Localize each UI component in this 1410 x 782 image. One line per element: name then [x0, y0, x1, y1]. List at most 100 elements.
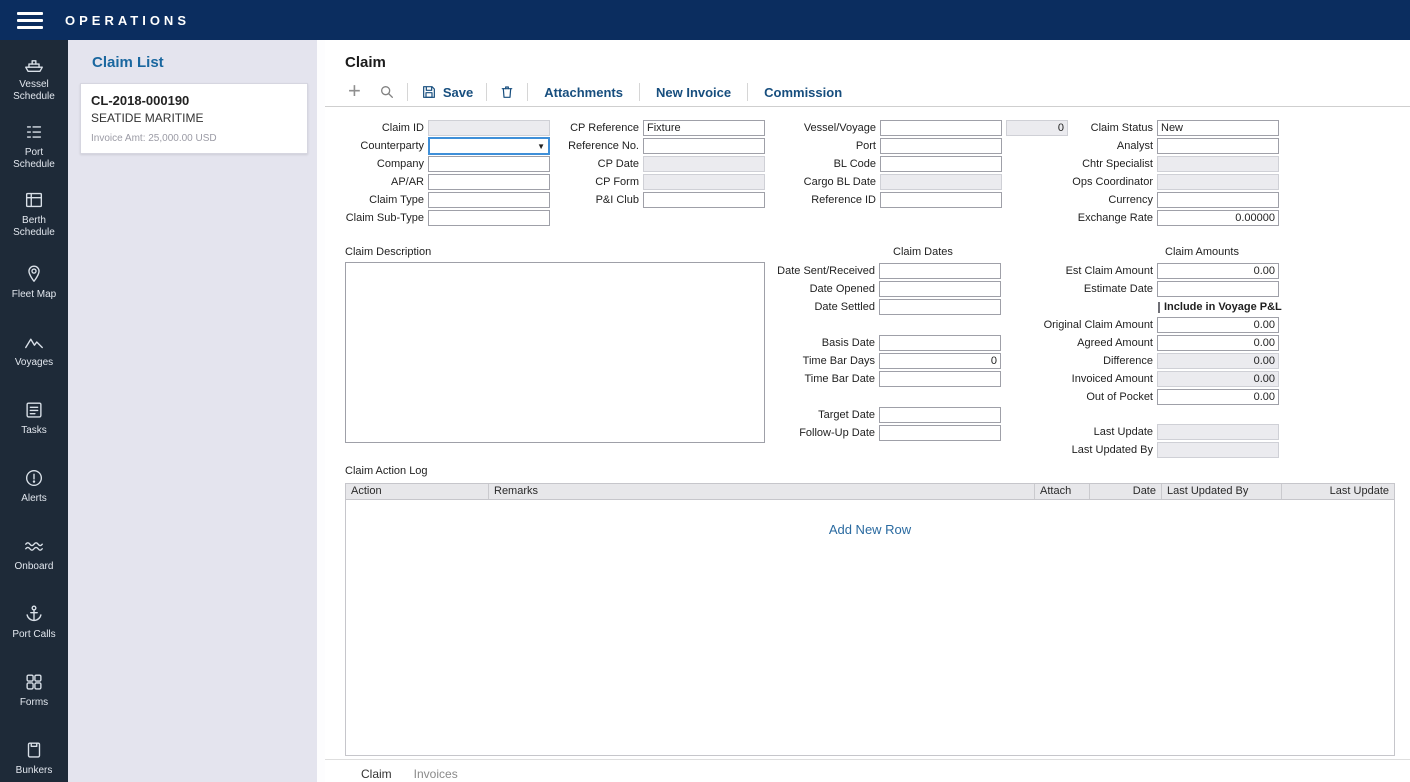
bl-code-input[interactable]: [880, 156, 1002, 172]
toolbar-divider: [407, 83, 408, 101]
cp-form-input: [643, 174, 765, 190]
original-claim-amount-input[interactable]: [1157, 317, 1279, 333]
tab-claim[interactable]: Claim: [352, 763, 401, 782]
bottom-tab-bar: Claim Invoices: [325, 759, 1410, 782]
sidebar-item-tasks[interactable]: Tasks: [0, 384, 68, 452]
cp-reference-input[interactable]: [643, 120, 765, 136]
target-date-input[interactable]: [879, 407, 1001, 423]
column-header-last-update[interactable]: Last Update: [1282, 484, 1394, 499]
claim-status-input[interactable]: [1157, 120, 1279, 136]
calendar-grid-icon: [23, 189, 45, 211]
include-voyage-pnl-checkbox[interactable]: [1158, 302, 1160, 313]
add-button[interactable]: +: [347, 81, 370, 103]
company-label: Company: [345, 158, 428, 170]
date-opened-input[interactable]: [879, 281, 1001, 297]
reference-id-label: Reference ID: [768, 194, 880, 206]
basis-date-input[interactable]: [879, 335, 1001, 351]
chtr-specialist-label: Chtr Specialist: [1072, 158, 1157, 170]
claim-form-middle: Claim Description Claim Dates Date Sent/…: [345, 246, 1410, 459]
reference-no-input[interactable]: [643, 138, 765, 154]
pi-club-input[interactable]: [643, 192, 765, 208]
sidebar-item-voyages[interactable]: Voyages: [0, 316, 68, 384]
tab-invoices[interactable]: Invoices: [405, 763, 467, 782]
sidebar-item-forms[interactable]: Forms: [0, 656, 68, 724]
alert-circle-icon: [23, 467, 45, 489]
sidebar-item-label: Onboard: [15, 561, 54, 573]
column-header-date[interactable]: Date: [1090, 484, 1162, 499]
sidebar-item-port-calls[interactable]: Port Calls: [0, 588, 68, 656]
claim-list-title: Claim List: [92, 54, 317, 71]
exchange-rate-input[interactable]: [1157, 210, 1279, 226]
port-input[interactable]: [880, 138, 1002, 154]
estimate-date-input[interactable]: [1157, 281, 1279, 297]
date-sent-received-input[interactable]: [879, 263, 1001, 279]
vessel-input[interactable]: [880, 120, 1002, 136]
ops-coordinator-input: [1157, 174, 1279, 190]
original-claim-amount-label: Original Claim Amount: [1037, 319, 1157, 331]
column-header-action[interactable]: Action: [346, 484, 489, 499]
grid-icon: [23, 671, 45, 693]
agreed-amount-input[interactable]: [1157, 335, 1279, 351]
search-button[interactable]: [370, 84, 404, 100]
sidebar-item-alerts[interactable]: Alerts: [0, 452, 68, 520]
time-bar-date-input[interactable]: [879, 371, 1001, 387]
claim-type-input[interactable]: [428, 192, 550, 208]
claim-description-textarea[interactable]: [345, 262, 765, 443]
sidebar-item-port-schedule[interactable]: Port Schedule: [0, 112, 68, 180]
est-claim-amount-input[interactable]: [1157, 263, 1279, 279]
invoiced-amount-input: [1157, 371, 1279, 387]
sidebar-item-vessel-schedule[interactable]: Vessel Schedule: [0, 44, 68, 112]
out-of-pocket-input[interactable]: [1157, 389, 1279, 405]
sidebar-item-fleet-map[interactable]: Fleet Map: [0, 248, 68, 316]
column-header-last-updated-by[interactable]: Last Updated By: [1162, 484, 1282, 499]
delete-button[interactable]: [490, 84, 524, 100]
claim-sub-type-input[interactable]: [428, 210, 550, 226]
currency-input[interactable]: [1157, 192, 1279, 208]
difference-input: [1157, 353, 1279, 369]
save-button-label: Save: [443, 85, 473, 100]
claim-list-item[interactable]: CL-2018-000190 SEATIDE MARITIME Invoice …: [80, 83, 308, 154]
analyst-input[interactable]: [1157, 138, 1279, 154]
last-updated-by-input: [1157, 442, 1279, 458]
menu-icon[interactable]: [17, 12, 43, 29]
reference-no-label: Reference No.: [553, 140, 643, 152]
chevron-down-icon: ▼: [537, 142, 545, 151]
claim-item-invoice-amount: Invoice Amt: 25,000.00 USD: [91, 133, 297, 144]
cp-date-input: [643, 156, 765, 172]
trash-icon: [499, 84, 515, 100]
save-button[interactable]: Save: [411, 84, 483, 100]
ap-ar-input[interactable]: [428, 174, 550, 190]
reference-id-input[interactable]: [880, 192, 1002, 208]
time-bar-days-input[interactable]: [879, 353, 1001, 369]
counterparty-label: Counterparty: [345, 140, 428, 152]
checklist-icon: [23, 399, 45, 421]
est-claim-amount-label: Est Claim Amount: [1037, 265, 1157, 277]
claim-description-label: Claim Description: [345, 246, 765, 262]
ops-coordinator-label: Ops Coordinator: [1072, 176, 1157, 188]
claim-list-panel: Claim List CL-2018-000190 SEATIDE MARITI…: [68, 40, 325, 782]
date-settled-label: Date Settled: [767, 301, 879, 313]
company-input[interactable]: [428, 156, 550, 172]
claim-action-log-section: Claim Action Log Action Remarks Attach D…: [345, 465, 1395, 756]
sidebar-item-bunkers[interactable]: Bunkers: [0, 724, 68, 782]
basis-date-label: Basis Date: [767, 337, 879, 349]
claim-amounts-header: Claim Amounts: [1037, 246, 1281, 262]
sidebar-item-berth-schedule[interactable]: Berth Schedule: [0, 180, 68, 248]
sidebar-item-label: Port Calls: [12, 629, 55, 641]
date-settled-input[interactable]: [879, 299, 1001, 315]
add-new-row-button[interactable]: Add New Row: [829, 522, 911, 537]
commission-button[interactable]: Commission: [751, 85, 855, 100]
follow-up-date-input[interactable]: [879, 425, 1001, 441]
sidebar-item-onboard[interactable]: Onboard: [0, 520, 68, 588]
claim-form-header: Claim ID Counterparty ▼ Company AP/AR: [345, 119, 1410, 227]
new-invoice-button[interactable]: New Invoice: [643, 85, 744, 100]
waves-icon: [23, 535, 45, 557]
toolbar-divider: [486, 83, 487, 101]
action-log-table: Action Remarks Attach Date Last Updated …: [345, 483, 1395, 756]
counterparty-select[interactable]: ▼: [428, 137, 550, 155]
sidebar: Vessel Schedule Port Schedule Berth Sche…: [0, 40, 68, 782]
attachments-button[interactable]: Attachments: [531, 85, 636, 100]
column-header-attach[interactable]: Attach: [1035, 484, 1090, 499]
column-header-remarks[interactable]: Remarks: [489, 484, 1035, 499]
exchange-rate-label: Exchange Rate: [1072, 212, 1157, 224]
